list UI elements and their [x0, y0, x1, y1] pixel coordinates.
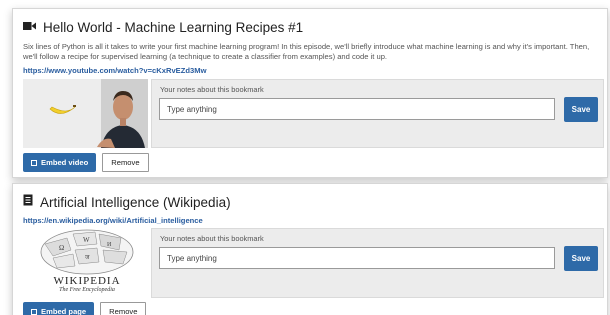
embed-icon [31, 159, 37, 166]
video-camera-icon [23, 18, 36, 36]
save-button[interactable]: Save [564, 246, 598, 271]
svg-text:Ω: Ω [59, 244, 64, 252]
wikipedia-tagline: The Free Encyclopedia [59, 287, 115, 293]
notes-panel: Your notes about this bookmark Save [151, 228, 604, 298]
embed-page-label: Embed page [41, 307, 87, 315]
notes-panel: Your notes about this bookmark Save [151, 79, 604, 148]
notes-input[interactable] [159, 247, 555, 269]
document-icon [23, 193, 33, 211]
embed-page-button[interactable]: Embed page [23, 302, 95, 315]
embed-video-label: Embed video [41, 158, 89, 167]
bookmark-description: Six lines of Python is all it takes to w… [23, 42, 590, 61]
remove-button[interactable]: Remove [102, 153, 149, 172]
bookmark-actions: Embed video Remove [23, 153, 149, 172]
embed-video-button[interactable]: Embed video [23, 153, 97, 172]
bookmark-url-link[interactable]: https://www.youtube.com/watch?v=cKxRvEZd… [23, 66, 206, 75]
bookmark-card-page: Artificial Intelligence (Wikipedia) http… [12, 183, 608, 315]
video-thumbnail[interactable] [23, 79, 148, 148]
notes-label: Your notes about this bookmark [160, 85, 264, 94]
wikipedia-wordmark: WIKIPEDIA [53, 275, 121, 287]
bookmark-title: Hello World - Machine Learning Recipes #… [43, 19, 304, 35]
svg-text:ज: ज [85, 255, 90, 261]
notes-label: Your notes about this bookmark [160, 234, 264, 243]
svg-text:И: И [107, 242, 112, 248]
bookmark-card-video: Hello World - Machine Learning Recipes #… [12, 8, 608, 178]
bookmark-actions: Embed page Remove [23, 302, 147, 315]
remove-button[interactable]: Remove [100, 302, 147, 315]
wikipedia-logo-thumbnail[interactable]: Ω W И ज WIKIPEDIA The Free Encyclopedia [23, 228, 148, 298]
notes-input[interactable] [159, 98, 555, 120]
bookmark-title-row: Artificial Intelligence (Wikipedia) [23, 193, 231, 211]
bookmark-url-link[interactable]: https://en.wikipedia.org/wiki/Artificial… [23, 216, 203, 225]
bookmark-title-row: Hello World - Machine Learning Recipes #… [23, 18, 303, 36]
svg-text:W: W [83, 236, 90, 244]
save-button[interactable]: Save [564, 97, 598, 122]
bookmark-title: Artificial Intelligence (Wikipedia) [40, 194, 231, 210]
embed-icon [31, 308, 37, 315]
